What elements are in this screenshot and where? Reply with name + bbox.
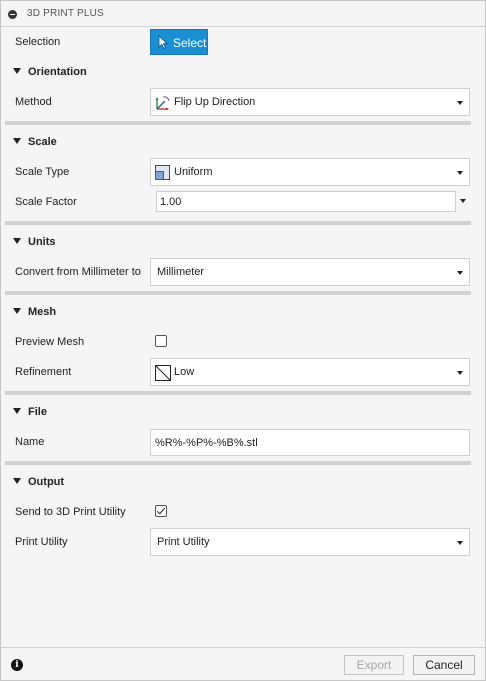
section-divider [5, 291, 471, 295]
section-divider [5, 391, 471, 395]
send-to-utility-label: Send to 3D Print Utility [15, 506, 126, 518]
expand-triangle-icon [13, 478, 21, 484]
section-divider [5, 221, 471, 225]
print-plus-dialog: 3D PRINT PLUS Selection Select Orientati… [0, 0, 486, 681]
info-icon[interactable]: i [11, 659, 23, 671]
chevron-down-icon [457, 101, 463, 105]
chevron-down-icon [457, 541, 463, 545]
method-label: Method [15, 96, 52, 108]
scale-factor-input[interactable]: 1.00 [156, 191, 456, 212]
refinement-dropdown[interactable]: Low [150, 358, 470, 386]
cursor-arrow-icon [158, 35, 168, 49]
file-name-input[interactable]: %R%-%P%-%B%.stl [150, 429, 470, 456]
preview-mesh-label: Preview Mesh [15, 336, 85, 348]
uniform-scale-icon [155, 165, 170, 180]
orientation-header-label: Orientation [28, 66, 87, 78]
scale-type-label: Scale Type [15, 166, 70, 178]
mesh-header-label: Mesh [28, 306, 57, 318]
units-header-label: Units [28, 236, 56, 248]
mesh-section-header[interactable]: Mesh [13, 306, 56, 318]
expand-triangle-icon [13, 68, 21, 74]
units-section-header[interactable]: Units [13, 236, 56, 248]
file-name-value: %R%-%P%-%B%.stl [155, 437, 258, 449]
flip-axis-icon [155, 96, 170, 111]
orientation-section-header[interactable]: Orientation [13, 66, 87, 78]
section-divider [5, 461, 471, 465]
method-dropdown[interactable]: Flip Up Direction [150, 88, 470, 116]
chevron-down-icon [457, 371, 463, 375]
checkmark-icon [156, 505, 166, 515]
section-divider [5, 121, 471, 125]
output-section-header[interactable]: Output [13, 476, 64, 488]
scale-factor-label: Scale Factor [15, 196, 77, 208]
print-utility-dropdown[interactable]: Print Utility [150, 528, 470, 556]
refinement-value: Low [174, 366, 195, 378]
file-name-label: Name [15, 436, 45, 448]
print-utility-value: Print Utility [157, 536, 210, 548]
convert-units-value: Millimeter [157, 266, 205, 278]
dialog-titlebar: 3D PRINT PLUS [1, 1, 485, 27]
cancel-button[interactable]: Cancel [413, 655, 475, 675]
expand-triangle-icon [13, 138, 21, 144]
collapse-icon[interactable] [8, 10, 17, 19]
convert-units-dropdown[interactable]: Millimeter [150, 258, 470, 286]
expand-triangle-icon [13, 308, 21, 314]
convert-units-label: Convert from Millimeter to [15, 266, 141, 278]
refinement-label: Refinement [15, 366, 72, 378]
file-section-header[interactable]: File [13, 406, 47, 418]
export-button[interactable]: Export [344, 655, 404, 675]
preview-mesh-checkbox[interactable] [155, 335, 167, 347]
scale-type-value: Uniform [174, 166, 213, 178]
output-header-label: Output [28, 476, 65, 488]
refinement-low-icon [155, 365, 171, 381]
dialog-title: 3D PRINT PLUS [27, 8, 104, 19]
scale-header-label: Scale [28, 136, 57, 148]
expand-triangle-icon [13, 238, 21, 244]
scale-factor-value: 1.00 [160, 196, 182, 208]
scale-section-header[interactable]: Scale [13, 136, 57, 148]
send-to-utility-checkbox[interactable] [155, 505, 167, 517]
selection-label: Selection [15, 36, 61, 48]
file-header-label: File [28, 406, 47, 418]
chevron-down-icon [457, 171, 463, 175]
scale-type-dropdown[interactable]: Uniform [150, 158, 470, 186]
scale-factor-chevron-down-icon[interactable] [460, 199, 466, 203]
print-utility-label: Print Utility [15, 536, 68, 548]
expand-triangle-icon [13, 408, 21, 414]
dialog-footer: i Export Cancel [1, 647, 485, 680]
method-value: Flip Up Direction [174, 96, 256, 108]
chevron-down-icon [457, 271, 463, 275]
select-button[interactable]: Select [150, 29, 208, 55]
select-button-label: Select [173, 36, 207, 50]
